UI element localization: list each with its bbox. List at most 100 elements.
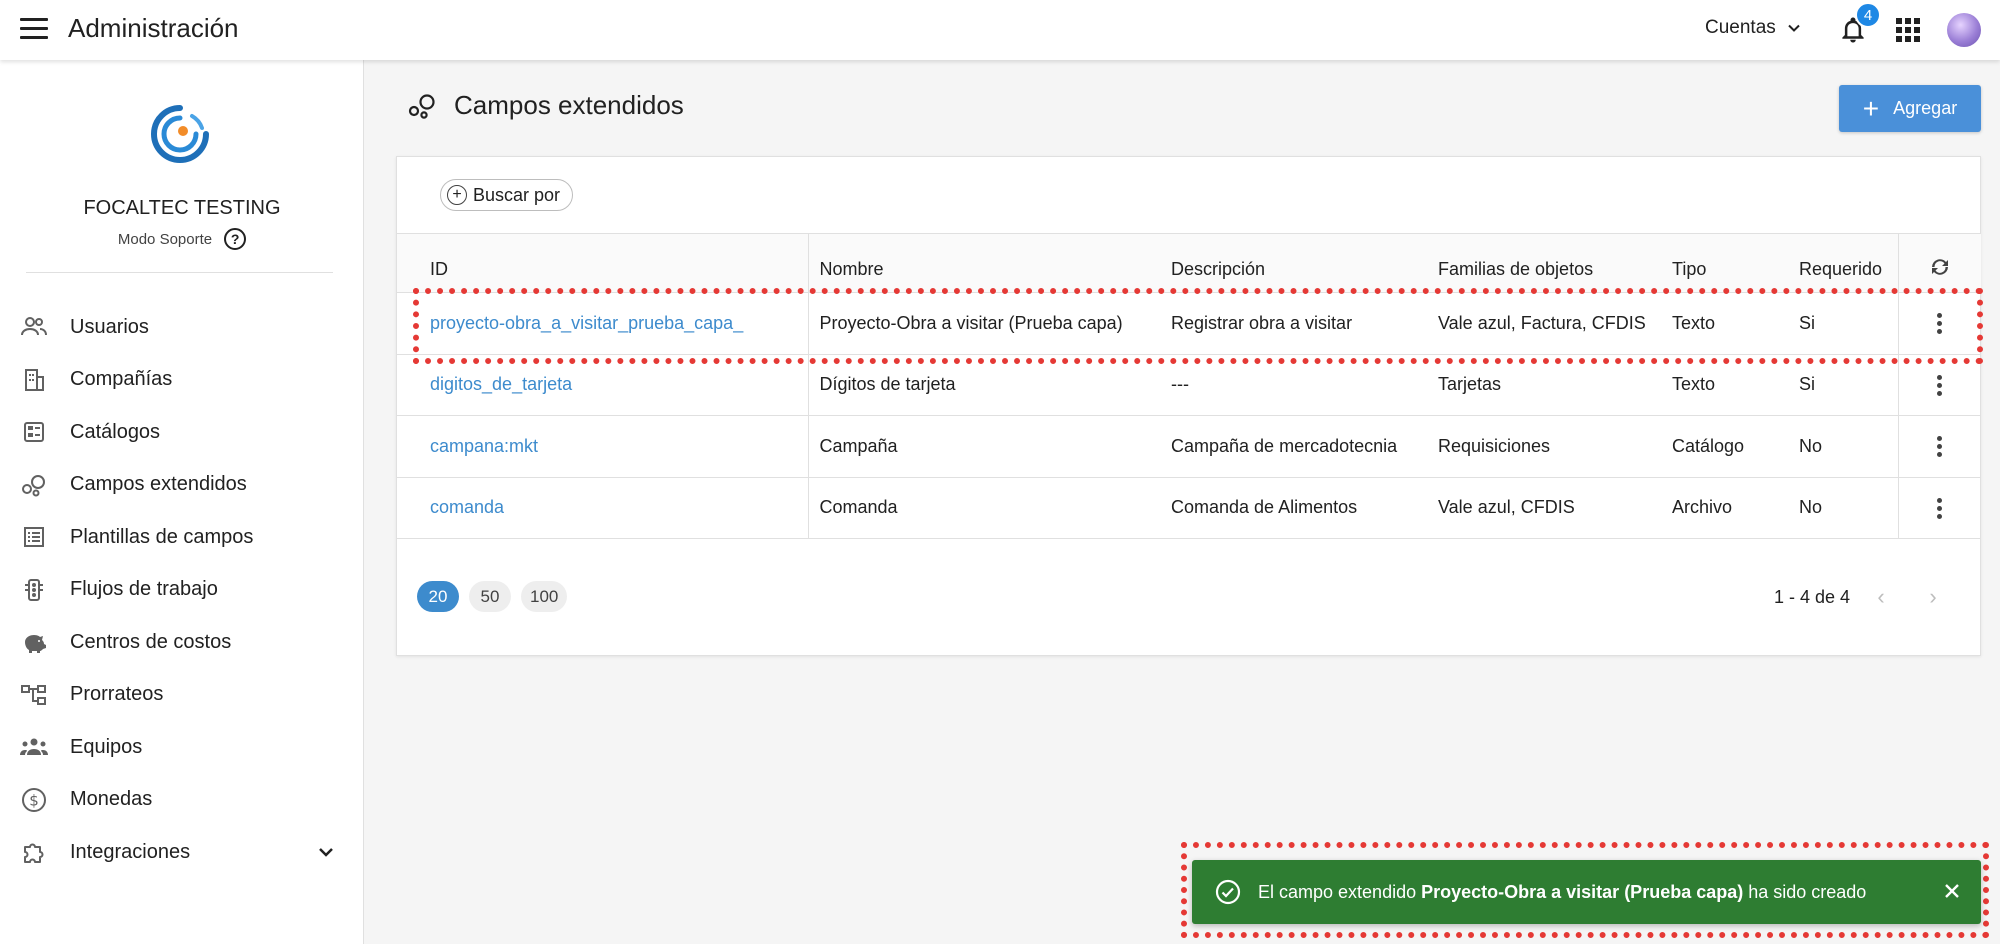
column-header-id[interactable]: ID (397, 233, 809, 293)
org-name: FOCALTEC TESTING (83, 197, 281, 219)
sidebar-item-label: Catálogos (70, 420, 161, 443)
toast-suffix: ha sido creado (1743, 881, 1867, 902)
building-icon (20, 366, 48, 394)
column-header-descripcion[interactable]: Descripción (1160, 233, 1427, 293)
notification-badge: 4 (1855, 2, 1881, 28)
column-header-familias[interactable]: Familias de objetos (1427, 233, 1661, 293)
row-familias: Vale azul, CFDIS (1427, 477, 1661, 539)
app-title: Administración (68, 13, 239, 43)
bubbles-icon (408, 93, 435, 119)
sidebar-item-label: Centros de costos (70, 630, 232, 653)
success-toast: El campo extendido Proyecto-Obra a visit… (1192, 860, 1981, 924)
fields-card: + Buscar por ID Nombre Descripción Famil… (396, 156, 1981, 656)
more-vert-icon[interactable] (1937, 374, 1943, 396)
workflow-icon (20, 576, 48, 604)
piggy-bank-icon (20, 628, 48, 656)
sidebar-item-catalogos[interactable]: Catálogos (0, 406, 364, 459)
column-header-nombre[interactable]: Nombre (808, 233, 1160, 293)
accounts-dropdown[interactable]: Cuentas (1705, 17, 1802, 39)
sidebar-item-plantillas[interactable]: Plantillas de campos (0, 511, 364, 564)
row-familias: Vale azul, Factura, CFDIS (1427, 292, 1661, 355)
sidebar-item-prorrateos[interactable]: Prorrateos (0, 669, 364, 722)
close-icon[interactable] (1941, 880, 1963, 902)
tree-icon (20, 681, 48, 709)
refresh-icon[interactable] (1927, 256, 1953, 278)
sidebar-item-flujos[interactable]: Flujos de trabajo (0, 564, 364, 617)
sidebar-item-label: Campos extendidos (70, 473, 247, 496)
table-row[interactable]: comanda Comanda Comanda de Alimentos Val… (397, 477, 1981, 539)
page-size-selector: 20 50 100 (417, 581, 568, 612)
row-id-link[interactable]: proyecto-obra_a_visitar_prueba_capa_ (430, 313, 743, 333)
avatar[interactable] (1947, 13, 1981, 47)
chevron-down-icon (1788, 24, 1800, 32)
check-circle-icon (1215, 879, 1241, 905)
table-header-row: ID Nombre Descripción Familias de objeto… (397, 233, 1981, 293)
more-vert-icon[interactable] (1937, 436, 1943, 458)
search-by-chip[interactable]: + Buscar por (440, 179, 574, 211)
apps-grid-icon[interactable] (1896, 18, 1920, 42)
support-mode-label: Modo Soporte (117, 230, 213, 248)
page-size-option[interactable]: 50 (469, 581, 511, 612)
refresh-header (1898, 233, 1981, 293)
org-logo-icon (151, 105, 209, 163)
more-vert-icon[interactable] (1937, 497, 1943, 519)
sidebar-item-companias[interactable]: Compañías (0, 354, 364, 407)
row-descripcion: Comanda de Alimentos (1160, 477, 1427, 539)
row-requerido: No (1788, 477, 1899, 539)
sidebar-nav: Usuarios Compañías Catálogos Campos exte… (0, 301, 364, 879)
help-icon[interactable]: ? (224, 228, 247, 250)
pagination-range: 1 - 4 de 4 (1774, 587, 1851, 607)
list-template-icon (20, 523, 48, 551)
sidebar-item-centros[interactable]: Centros de costos (0, 616, 364, 669)
row-requerido: Si (1788, 292, 1899, 355)
sidebar-item-label: Integraciones (70, 840, 191, 863)
plus-icon: + (1862, 92, 1880, 124)
row-familias: Tarjetas (1427, 354, 1661, 416)
accounts-label: Cuentas (1705, 17, 1776, 38)
row-nombre: Comanda (808, 477, 1160, 539)
sidebar-item-equipos[interactable]: Equipos (0, 721, 364, 774)
chevron-left-icon[interactable]: ‹ (1869, 584, 1893, 609)
page-size-option[interactable]: 20 (417, 581, 459, 612)
row-id-link[interactable]: campana:mkt (430, 436, 538, 456)
page-title: Campos extendidos (454, 90, 684, 120)
support-mode: Modo Soporte ? (0, 228, 364, 250)
table-row[interactable]: campana:mkt Campaña Campaña de mercadote… (397, 415, 1981, 478)
chevron-right-icon[interactable]: › (1921, 584, 1945, 609)
column-header-requerido[interactable]: Requerido (1788, 233, 1899, 293)
sidebar-item-monedas[interactable]: $ Monedas (0, 774, 364, 827)
column-header-tipo[interactable]: Tipo (1661, 233, 1788, 293)
row-id-link[interactable]: comanda (430, 497, 504, 517)
page-size-option[interactable]: 100 (521, 581, 568, 612)
sidebar-item-label: Equipos (70, 735, 143, 758)
row-tipo: Archivo (1661, 477, 1788, 539)
row-descripcion: --- (1160, 354, 1427, 416)
row-nombre: Dígitos de tarjeta (808, 354, 1160, 416)
sidebar-item-integraciones[interactable]: Integraciones (0, 826, 364, 879)
teams-icon (20, 733, 48, 761)
row-id-link[interactable]: digitos_de_tarjeta (430, 374, 572, 394)
chevron-down-icon[interactable] (316, 842, 336, 862)
row-nombre: Campaña (808, 415, 1160, 478)
row-tipo: Texto (1661, 292, 1788, 355)
bubbles-icon (20, 471, 48, 499)
sidebar-item-label: Usuarios (70, 315, 149, 338)
dollar-icon: $ (20, 786, 48, 814)
fields-table: ID Nombre Descripción Familias de objeto… (397, 233, 1981, 539)
svg-text:$: $ (29, 791, 39, 809)
sidebar-item-label: Monedas (70, 788, 153, 811)
sidebar-item-label: Plantillas de campos (70, 525, 254, 548)
row-descripcion: Campaña de mercadotecnia (1160, 415, 1427, 478)
top-app-bar: Administración Cuentas 4 (0, 0, 2000, 60)
add-button[interactable]: + Agregar (1839, 85, 1981, 132)
sidebar-item-usuarios[interactable]: Usuarios (0, 301, 364, 354)
row-tipo: Catálogo (1661, 415, 1788, 478)
table-row[interactable]: digitos_de_tarjeta Dígitos de tarjeta --… (397, 354, 1981, 416)
toast-prefix: El campo extendido (1258, 881, 1422, 902)
add-circle-icon: + (447, 185, 467, 205)
more-vert-icon[interactable] (1937, 313, 1943, 335)
menu-icon[interactable] (20, 18, 48, 42)
sidebar-item-campos-extendidos[interactable]: Campos extendidos (0, 459, 364, 512)
sidebar: FOCALTEC TESTING Modo Soporte ? Usuarios… (0, 60, 364, 944)
table-row[interactable]: proyecto-obra_a_visitar_prueba_capa_ Pro… (397, 292, 1981, 355)
